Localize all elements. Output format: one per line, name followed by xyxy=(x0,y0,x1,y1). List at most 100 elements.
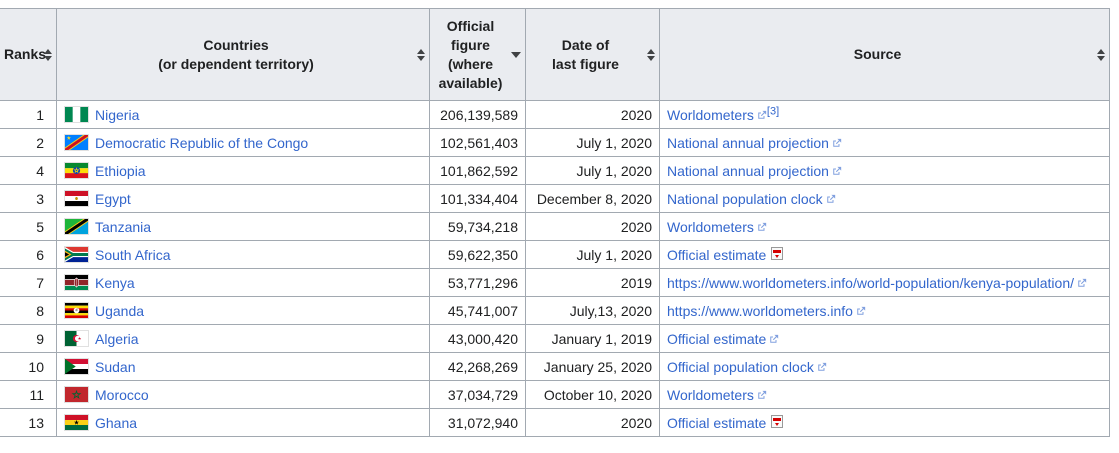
country-link[interactable]: Ghana xyxy=(95,415,137,431)
country-cell: Kenya xyxy=(56,268,430,297)
rank-cell: 11 xyxy=(0,380,57,409)
country-link[interactable]: Sudan xyxy=(95,359,135,375)
date-cell: 2020 xyxy=(525,408,660,437)
source-cell: National population clock xyxy=(659,184,1110,213)
table-row: 1 Nigeria 206,139,589 2020 Worldometers [3] xyxy=(0,100,1110,129)
table-row: 5 Tanzania 59,734,218 2020 Worldometers xyxy=(0,212,1110,241)
rank-cell: 10 xyxy=(0,352,57,381)
country-link[interactable]: South Africa xyxy=(95,247,171,263)
figure-cell: 59,622,350 xyxy=(429,240,526,269)
country-link[interactable]: Uganda xyxy=(95,303,144,319)
source-link[interactable]: Official estimate xyxy=(667,414,784,431)
date-cell: 2019 xyxy=(525,268,660,297)
external-link-icon xyxy=(1077,275,1087,291)
flag-uganda-icon xyxy=(65,303,88,318)
column-header-ranks[interactable]: Ranks xyxy=(0,8,57,101)
date-cell: 2020 xyxy=(525,100,660,129)
table-row: 9 Algeria 43,000,420 January 1, 2019 Officia… xyxy=(0,324,1110,353)
country-link[interactable]: Kenya xyxy=(95,275,135,291)
table-row: 6 South Africa 59,622,350 July 1, 2020 Offic… xyxy=(0,240,1110,269)
source-cell: Official estimate xyxy=(659,408,1110,437)
table-row: 13 Ghana 31,072,940 2020 Official estimate xyxy=(0,408,1110,437)
country-cell: South Africa xyxy=(56,240,430,269)
source-cell: Worldometers xyxy=(659,380,1110,409)
country-link[interactable]: Morocco xyxy=(95,387,149,403)
source-cell: National annual projection xyxy=(659,128,1110,157)
rank-cell: 1 xyxy=(0,100,57,129)
column-header-countries[interactable]: Countries (or dependent territory) xyxy=(56,8,430,101)
pdf-icon xyxy=(771,414,784,431)
country-link[interactable]: Algeria xyxy=(95,331,139,347)
country-cell: Algeria xyxy=(56,324,430,353)
external-link-icon xyxy=(856,303,866,319)
flag-algeria-icon xyxy=(65,331,88,346)
figure-cell: 45,741,007 xyxy=(429,296,526,325)
source-cell: https://www.worldometers.info xyxy=(659,296,1110,325)
figure-cell: 59,734,218 xyxy=(429,212,526,241)
column-header-date[interactable]: Date of last figure xyxy=(525,8,660,101)
table-header: Ranks Countries (or dependent territory) Of… xyxy=(0,8,1110,101)
external-link-icon xyxy=(757,107,767,123)
flag-kenya-icon xyxy=(65,275,88,290)
source-cell: Worldometers [3] xyxy=(659,100,1110,129)
country-link[interactable]: Nigeria xyxy=(95,107,139,123)
source-cell: Worldometers xyxy=(659,212,1110,241)
country-cell: Sudan xyxy=(56,352,430,381)
flag-ghana-icon xyxy=(65,415,88,430)
source-cell: National annual projection xyxy=(659,156,1110,185)
flag-tanzania-icon xyxy=(65,219,88,234)
country-link[interactable]: Egypt xyxy=(95,191,131,207)
reference-link[interactable]: [3] xyxy=(767,105,779,117)
external-link-icon xyxy=(757,387,767,403)
source-link[interactable]: Official estimate xyxy=(667,331,779,347)
country-cell: Egypt xyxy=(56,184,430,213)
sort-toggle-icon xyxy=(1097,48,1105,61)
source-link[interactable]: Official estimate xyxy=(667,246,784,263)
rank-cell: 5 xyxy=(0,212,57,241)
sort-toggle-icon xyxy=(417,48,425,61)
sort-toggle-icon xyxy=(647,48,655,61)
country-cell: Morocco xyxy=(56,380,430,409)
source-cell: https://www.worldometers.info/world-popu… xyxy=(659,268,1110,297)
rank-cell: 13 xyxy=(0,408,57,437)
population-table: Ranks Countries (or dependent territory) Of… xyxy=(0,8,1110,437)
rank-cell: 6 xyxy=(0,240,57,269)
source-link[interactable]: https://www.worldometers.info xyxy=(667,303,866,319)
country-cell: Nigeria xyxy=(56,100,430,129)
source-link[interactable]: National annual projection xyxy=(667,163,842,179)
source-link[interactable]: Worldometers xyxy=(667,387,767,403)
rank-cell: 2 xyxy=(0,128,57,157)
country-cell: Ethiopia xyxy=(56,156,430,185)
flag-dr-congo-icon xyxy=(65,135,88,150)
column-header-figure[interactable]: Official figure (where available) xyxy=(429,8,526,101)
flag-morocco-icon xyxy=(65,387,88,402)
reference-sup: [3] xyxy=(767,105,779,117)
country-link[interactable]: Tanzania xyxy=(95,219,151,235)
external-link-icon xyxy=(826,191,836,207)
table-row: 10 Sudan 42,268,269 January 25, 2020 Officia… xyxy=(0,352,1110,381)
figure-cell: 101,334,404 xyxy=(429,184,526,213)
date-cell: January 25, 2020 xyxy=(525,352,660,381)
table-row: 2 Democratic Republic of the Congo 102,561… xyxy=(0,128,1110,157)
country-cell: Democratic Republic of the Congo xyxy=(56,128,430,157)
source-link[interactable]: https://www.worldometers.info/world-popu… xyxy=(667,275,1087,291)
date-cell: July 1, 2020 xyxy=(525,156,660,185)
country-link[interactable]: Ethiopia xyxy=(95,163,146,179)
figure-cell: 101,862,592 xyxy=(429,156,526,185)
table-row: 11 Morocco 37,034,729 October 10, 2020 World… xyxy=(0,380,1110,409)
figure-cell: 37,034,729 xyxy=(429,380,526,409)
source-cell: Official estimate xyxy=(659,324,1110,353)
column-header-source[interactable]: Source xyxy=(659,8,1110,101)
source-link[interactable]: Worldometers xyxy=(667,107,767,123)
column-label-ranks: Ranks xyxy=(4,46,47,62)
source-link[interactable]: National population clock xyxy=(667,191,836,207)
sort-descending-icon xyxy=(511,51,521,58)
country-link[interactable]: Democratic Republic of the Congo xyxy=(95,135,308,151)
source-link[interactable]: National annual projection xyxy=(667,135,842,151)
source-link[interactable]: Official population clock xyxy=(667,359,827,375)
source-link[interactable]: Worldometers xyxy=(667,219,767,235)
column-label-countries: Countries (or dependent territory) xyxy=(158,36,314,72)
figure-cell: 206,139,589 xyxy=(429,100,526,129)
figure-cell: 42,268,269 xyxy=(429,352,526,381)
date-cell: July 1, 2020 xyxy=(525,240,660,269)
